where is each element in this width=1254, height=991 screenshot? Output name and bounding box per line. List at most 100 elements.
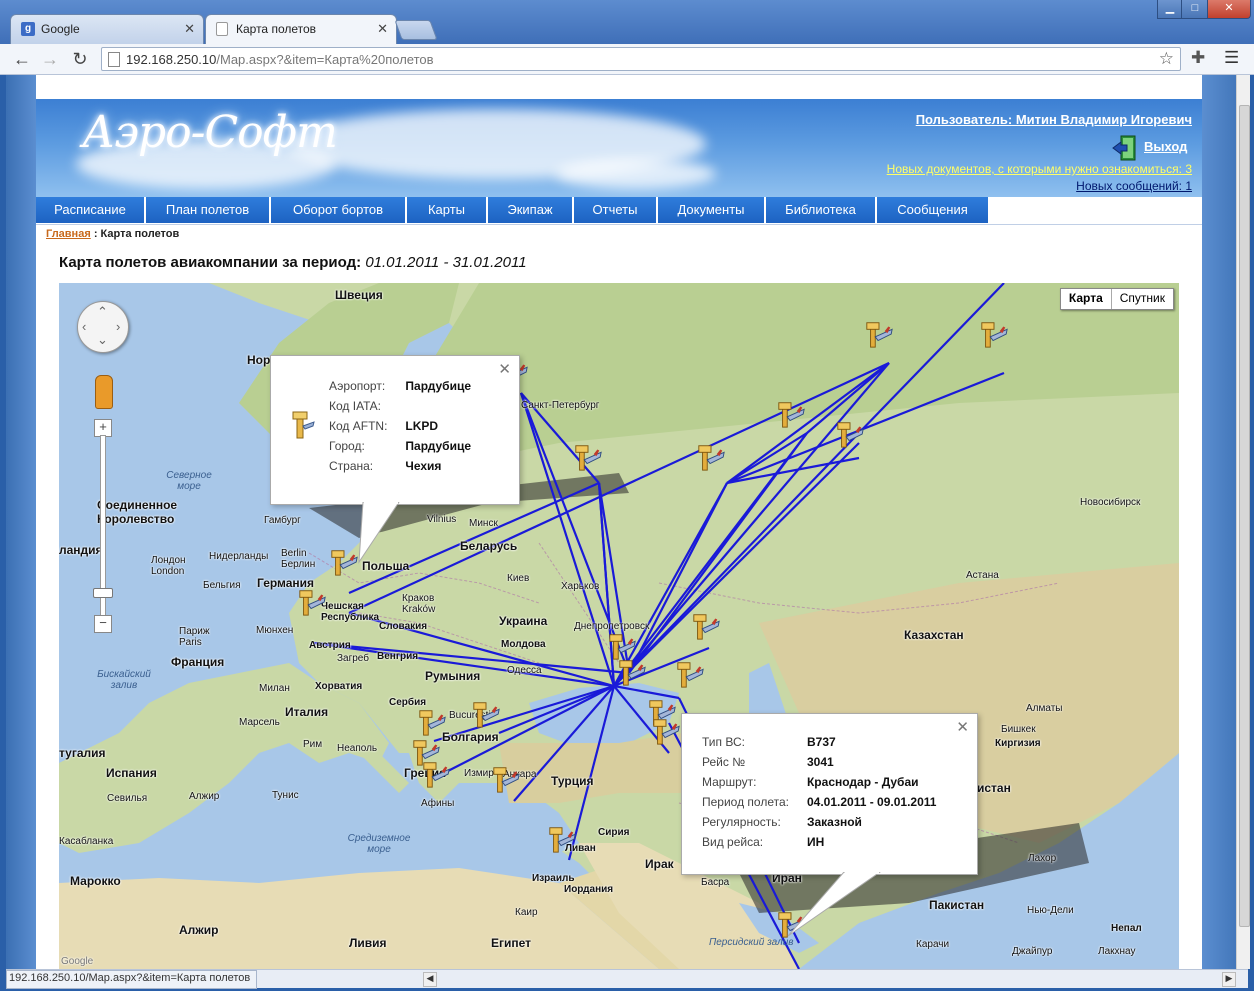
back-icon[interactable]: ← <box>10 48 34 70</box>
menu-item-reports[interactable]: Отчеты <box>574 197 658 223</box>
map-label: Словакия <box>379 621 428 632</box>
cloud-decoration <box>556 159 716 189</box>
map-label: Чешская Республика <box>321 601 380 623</box>
map-label: Бискайский залив <box>97 669 151 691</box>
airport-marker-icon[interactable] <box>297 587 327 617</box>
zoom-slider-thumb[interactable] <box>93 588 113 598</box>
airport-marker-icon[interactable] <box>471 699 501 729</box>
map-label: Алжир <box>189 791 220 802</box>
map-label: Иордания <box>564 884 614 895</box>
new-tab-button[interactable] <box>394 20 438 40</box>
breadcrumb-home-link[interactable]: Главная <box>46 228 91 240</box>
tab-label: Карта полетов <box>236 22 317 36</box>
map-label: Мюнхен <box>256 625 294 636</box>
period-range: 01.01.2011 - 31.01.2011 <box>365 254 527 271</box>
map-label: Астана <box>966 570 999 581</box>
menu-item-messages[interactable]: Сообщения <box>877 197 990 223</box>
map-label: Киргизия <box>995 738 1041 749</box>
close-icon[interactable]: ✕ <box>184 21 195 37</box>
scrollbar-thumb[interactable] <box>1239 105 1250 927</box>
airport-marker-icon[interactable] <box>547 824 577 854</box>
map-type-satellite-button[interactable]: Спутник <box>1112 289 1173 309</box>
airport-marker-icon[interactable] <box>491 764 521 794</box>
close-icon[interactable]: ✕ <box>498 360 511 378</box>
scroll-right-icon[interactable]: ▶ <box>1222 972 1236 987</box>
airport-marker-icon[interactable] <box>835 419 865 449</box>
menu-item-maps[interactable]: Карты <box>407 197 488 223</box>
menu-item-fleet-turnover[interactable]: Оборот бортов <box>271 197 407 223</box>
google-icon: g <box>21 22 35 36</box>
airport-marker-icon[interactable] <box>417 707 447 737</box>
airport-marker-icon[interactable] <box>651 716 681 746</box>
pan-control[interactable]: ⌃ ⌄ ‹ › <box>77 301 129 353</box>
airport-marker-icon[interactable] <box>617 657 647 687</box>
map-label: Испания <box>106 766 157 780</box>
new-messages-link[interactable]: Новых сообщений: 1 <box>1076 179 1192 193</box>
breadcrumb-current: Карта полетов <box>100 228 180 240</box>
new-documents-link[interactable]: Новых документов, с которыми нужно ознак… <box>887 162 1192 176</box>
browser-titlebar: g Google ✕ Карта полетов ✕ ▁ □ ✕ <box>0 0 1254 44</box>
menu-item-schedule[interactable]: Расписание <box>36 197 146 223</box>
window-close-button[interactable]: ✕ <box>1207 0 1251 19</box>
bookmark-star-icon[interactable]: ☆ <box>1159 49 1174 69</box>
map-label: Израиль <box>532 873 575 884</box>
airport-marker-icon[interactable] <box>421 759 451 789</box>
menu-item-library[interactable]: Библиотека <box>766 197 877 223</box>
flight-map[interactable]: Швеция Нор Санкт-Петербург Северное море… <box>59 283 1179 969</box>
menu-item-crew[interactable]: Экипаж <box>488 197 574 223</box>
close-icon[interactable]: ✕ <box>956 718 969 736</box>
address-bar[interactable]: 192.168.250.10/Map.aspx?&item=Карта%20по… <box>101 47 1181 71</box>
map-label: Австрия <box>309 640 351 651</box>
tab-google[interactable]: g Google ✕ <box>10 14 204 44</box>
map-type-map-button[interactable]: Карта <box>1061 289 1112 309</box>
airport-marker-icon[interactable] <box>691 611 721 641</box>
map-label: Бельгия <box>203 580 241 591</box>
map-label: Лакхнау <box>1098 946 1136 957</box>
menu-wrench-icon[interactable]: ☰ <box>1224 48 1239 68</box>
map-label: Сирия <box>598 827 630 838</box>
pan-left-icon[interactable]: ‹ <box>82 319 86 334</box>
menu-item-documents[interactable]: Документы <box>658 197 766 223</box>
map-label: Бишкек <box>1001 724 1036 735</box>
pan-down-icon[interactable]: ⌄ <box>97 332 108 348</box>
extension-puzzle-icon[interactable]: ✚ <box>1191 48 1205 68</box>
map-label: Загреб <box>337 653 369 664</box>
zoom-control: + − <box>92 419 114 639</box>
map-label: Минск <box>469 518 498 529</box>
scroll-left-icon[interactable]: ◀ <box>423 972 437 987</box>
logout-label: Выход <box>1144 139 1188 154</box>
close-icon[interactable]: ✕ <box>377 21 388 37</box>
airport-marker-icon[interactable] <box>864 319 894 349</box>
breadcrumb: Главная : Карта полетов <box>46 228 180 240</box>
vertical-scrollbar[interactable] <box>1236 75 1250 969</box>
reload-icon[interactable]: ↻ <box>68 48 92 70</box>
user-profile-link[interactable]: Пользователь: Митин Владимир Игоревич <box>916 112 1192 127</box>
airport-marker-icon[interactable] <box>573 442 603 472</box>
main-menu: Расписание План полетов Оборот бортов Ка… <box>36 197 1202 225</box>
tab-flight-map[interactable]: Карта полетов ✕ <box>205 14 397 44</box>
map-label: Нью-Дели <box>1027 905 1074 916</box>
airport-marker-icon[interactable] <box>776 399 806 429</box>
airport-marker-icon[interactable] <box>979 319 1009 349</box>
airport-marker-icon[interactable] <box>696 442 726 472</box>
minimize-button[interactable]: ▁ <box>1157 0 1183 19</box>
street-view-pegman-icon[interactable] <box>95 375 113 409</box>
forward-icon[interactable]: → <box>38 48 62 70</box>
map-label: Украина <box>499 614 548 628</box>
zoom-track[interactable] <box>93 435 113 617</box>
flight-info-window: ✕ Тип ВС: B737 Рейс № 3041 Маршрут: Краснод… <box>681 713 978 875</box>
tab-label: Google <box>41 22 80 36</box>
pan-up-icon[interactable]: ⌃ <box>97 304 108 320</box>
maximize-button[interactable]: □ <box>1181 0 1209 19</box>
map-label: Измир <box>464 768 494 779</box>
map-label: Пакистан <box>929 898 985 912</box>
logout-link[interactable]: Выход <box>1112 134 1192 161</box>
airport-marker-icon[interactable] <box>675 659 705 689</box>
zoom-out-button[interactable]: − <box>94 615 112 633</box>
map-label: Новосибирск <box>1080 497 1141 508</box>
map-label: Хорватия <box>315 681 363 692</box>
pan-right-icon[interactable]: › <box>116 319 120 334</box>
map-label: Румыния <box>425 669 481 683</box>
menu-item-flight-plan[interactable]: План полетов <box>146 197 271 223</box>
map-label: Венгрия <box>377 651 419 662</box>
